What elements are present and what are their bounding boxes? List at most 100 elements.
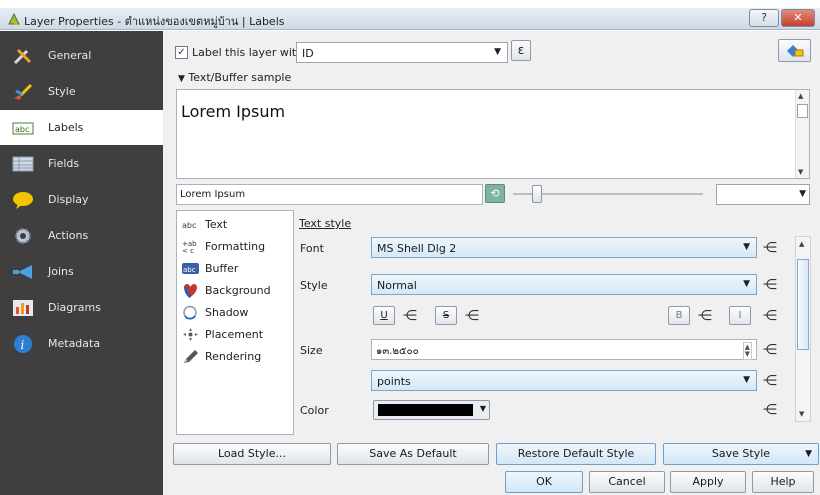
font-select[interactable]: MS Shell Dlg 2 ▼: [371, 237, 757, 258]
label-settings-icon: [786, 45, 803, 57]
label-settings-tree: abc Text +ab < c Formatting abc Buffer Ba…: [176, 210, 294, 435]
preview-background-color[interactable]: ▼: [716, 184, 810, 205]
title-bar: Layer Properties - ตำแหน่งของเขตหมู่บ้าน…: [0, 8, 820, 30]
svg-text:< c: < c: [182, 247, 194, 254]
color-swatch: [378, 404, 473, 416]
gear-icon: [15, 228, 31, 244]
restore-default-style-button[interactable]: Restore Default Style: [496, 443, 656, 465]
size-spinbox[interactable]: ๑๓.๒๕๐๐ ▲ ▼: [371, 339, 757, 360]
data-defined-override-icon[interactable]: ⋲: [763, 403, 783, 417]
table-icon: [12, 156, 34, 172]
color-picker-button[interactable]: ▼: [373, 400, 490, 420]
scroll-up-icon: ▲: [798, 92, 804, 100]
chevron-down-icon: ▼: [799, 189, 806, 199]
strikethrough-button[interactable]: S: [435, 306, 457, 325]
scroll-thumb[interactable]: [797, 259, 809, 350]
size-value: ๑๓.๒๕๐๐: [376, 346, 419, 357]
cancel-button[interactable]: Cancel: [589, 471, 665, 493]
help-window-button[interactable]: ?: [749, 9, 779, 27]
tree-item-label: Shadow: [205, 306, 249, 319]
save-style-label: Save Style: [711, 447, 771, 460]
sidebar-item-label: Display: [48, 193, 89, 206]
spin-arrows-icon: ▲ ▼: [742, 342, 752, 360]
data-defined-override-icon[interactable]: ⋲: [763, 309, 783, 323]
style-select[interactable]: Normal ▼: [371, 274, 757, 295]
chevron-down-icon: ▼: [743, 279, 750, 289]
sidebar-item-actions[interactable]: Actions: [0, 218, 163, 253]
shadow-icon: [183, 305, 197, 320]
sidebar-item-display[interactable]: Display: [0, 182, 163, 217]
close-window-button[interactable]: ✕: [781, 9, 815, 27]
chevron-down-icon: ▼: [743, 242, 750, 252]
sample-header-text: Text/Buffer sample: [188, 71, 292, 84]
sidebar-item-labels[interactable]: abc Labels: [0, 110, 163, 145]
text-style-heading: Text style: [299, 217, 352, 230]
tree-item-label: Rendering: [205, 350, 262, 363]
data-defined-override-icon[interactable]: ⋲: [698, 309, 718, 323]
sidebar-item-label: Diagrams: [48, 301, 101, 314]
ok-button[interactable]: OK: [505, 471, 583, 493]
rule-settings-button[interactable]: [778, 39, 811, 62]
save-as-default-button[interactable]: Save As Default: [337, 443, 489, 465]
pen-icon: [184, 350, 198, 363]
paintbrush-icon: [14, 83, 33, 100]
svg-text:i: i: [21, 338, 25, 352]
reset-sample-button[interactable]: ⟲: [485, 184, 505, 203]
sidebar-item-style[interactable]: Style: [0, 74, 163, 109]
size-label: Size: [300, 344, 323, 357]
speech-bubble-icon: [13, 192, 33, 209]
data-defined-override-icon[interactable]: ⋲: [763, 241, 783, 255]
size-unit-select[interactable]: points ▼: [371, 370, 757, 391]
bold-button[interactable]: B: [668, 306, 690, 325]
data-defined-override-icon[interactable]: ⋲: [763, 278, 783, 292]
italic-button[interactable]: I: [729, 306, 751, 325]
label-layer-checkbox[interactable]: ✓: [175, 46, 188, 59]
sidebar-item-joins[interactable]: Joins: [0, 254, 163, 289]
data-defined-override-icon[interactable]: ⋲: [465, 309, 485, 323]
window-title: Layer Properties - ตำแหน่งของเขตหมู่บ้าน…: [24, 15, 285, 28]
scroll-down-icon: ▼: [799, 410, 805, 418]
placement-icon: [183, 328, 198, 341]
abc-label-icon: abc: [12, 122, 34, 135]
info-icon: i: [14, 335, 32, 353]
tree-item-label: Buffer: [205, 262, 239, 275]
chevron-down-icon: ▼: [494, 47, 501, 57]
sidebar-item-metadata[interactable]: i Metadata: [0, 326, 163, 361]
sidebar-item-label: Fields: [48, 157, 80, 170]
label-preview: Lorem Ipsum ▲ ▼: [176, 89, 810, 179]
sample-section-header[interactable]: ▼ Text/Buffer sample: [178, 71, 291, 84]
labels-panel: ✓ Label this layer with ID ▼ ε ▼ Text/Bu…: [163, 31, 820, 495]
sidebar-item-fields[interactable]: Fields: [0, 146, 163, 181]
data-defined-override-icon[interactable]: ⋲: [763, 343, 783, 357]
tree-item-label: Background: [205, 284, 271, 297]
preview-scrollbar[interactable]: ▲ ▼: [795, 90, 809, 178]
abc-text-icon: abc: [182, 221, 196, 230]
text-style-scrollbar[interactable]: ▲ ▼: [795, 236, 811, 422]
help-button[interactable]: Help: [752, 471, 814, 493]
sidebar-item-label: Metadata: [48, 337, 101, 350]
sidebar-item-diagrams[interactable]: Diagrams: [0, 290, 163, 325]
save-style-button[interactable]: Save Style ▼: [663, 443, 819, 465]
load-style-button[interactable]: Load Style...: [173, 443, 331, 465]
label-field-select[interactable]: ID ▼: [296, 42, 508, 63]
slider-handle[interactable]: [532, 185, 542, 203]
underline-button[interactable]: U: [373, 306, 395, 325]
data-defined-override-icon[interactable]: ⋲: [403, 309, 423, 323]
sidebar-item-general[interactable]: General: [0, 38, 163, 73]
collapse-arrow-icon: ▼: [178, 74, 185, 84]
tree-item-label: Formatting: [205, 240, 266, 253]
chevron-down-icon: ▼: [805, 449, 812, 459]
label-layer-text: Label this layer with: [192, 46, 304, 59]
chevron-down-icon: ▼: [479, 404, 486, 413]
preview-scroll-thumb[interactable]: [797, 104, 808, 118]
sidebar-item-label: Joins: [48, 265, 74, 278]
sidebar: General Style abc Labels Fields Display …: [0, 31, 163, 495]
expression-button[interactable]: ε: [511, 40, 531, 61]
sample-text-input[interactable]: Lorem Ipsum: [176, 184, 483, 205]
sidebar-item-label: Style: [48, 85, 76, 98]
apply-button[interactable]: Apply: [670, 471, 746, 493]
tools-icon: [13, 48, 32, 65]
svg-text:abc: abc: [15, 125, 29, 134]
data-defined-override-icon[interactable]: ⋲: [763, 374, 783, 388]
style-label: Style: [300, 279, 328, 292]
